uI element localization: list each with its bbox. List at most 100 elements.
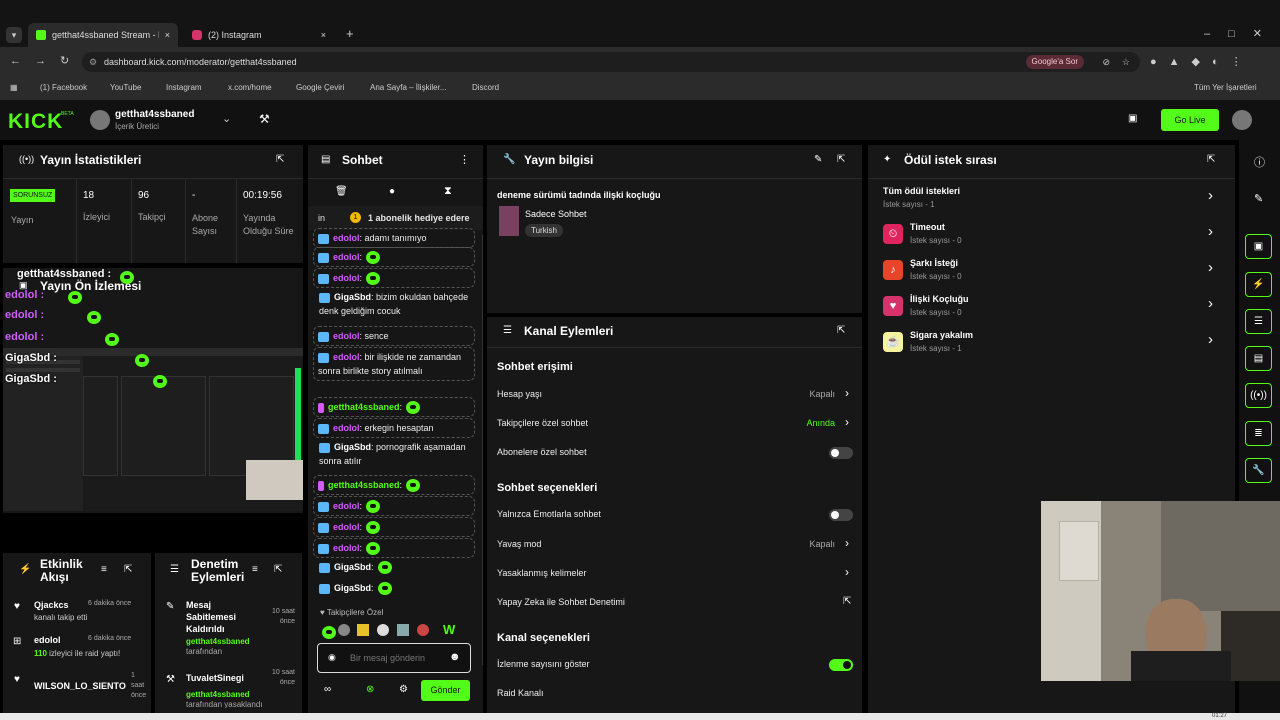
chat-username[interactable]: edolol [333, 501, 360, 511]
toggle-switch[interactable] [829, 509, 853, 521]
filter-icon[interactable]: ≡ [101, 564, 107, 575]
rail-list-button[interactable]: ☰ [1245, 309, 1272, 334]
pencil-icon[interactable]: ✎ [1254, 192, 1263, 205]
toggle-switch[interactable] [829, 659, 853, 671]
emoji-icon[interactable]: ☻ [449, 651, 461, 663]
pinned-banner[interactable]: in 1 1 abonelik hediye edere [308, 206, 483, 230]
popout-icon[interactable]: ⇱ [274, 564, 282, 575]
popout-icon[interactable]: ⇱ [276, 154, 284, 165]
reward-name[interactable]: Şarkı İsteği [910, 258, 958, 268]
popout-icon[interactable]: ⇱ [124, 564, 132, 575]
action-label[interactable]: Yapay Zeka ile Sohbet Denetimi [497, 597, 625, 607]
bookmark-google-translate[interactable]: Google Çeviri [296, 83, 344, 92]
tab-search-button[interactable]: ▾ [6, 27, 22, 43]
chat-message[interactable]: getthat4ssbaned: [313, 475, 475, 496]
chat-message[interactable]: edolol: [313, 496, 475, 517]
reward-name[interactable]: Timeout [910, 222, 945, 232]
chevron-right-icon[interactable]: › [845, 536, 849, 550]
tab-instagram[interactable]: (2) Instagram × [184, 23, 334, 47]
info-icon[interactable]: ⓘ [1254, 154, 1265, 170]
chevron-right-icon[interactable]: › [1208, 187, 1213, 204]
chat-bubble-icon[interactable]: ● [389, 186, 395, 197]
window-controls[interactable]: –□✕ [1204, 27, 1280, 40]
chat-message[interactable]: getthat4ssbaned: [313, 397, 475, 418]
tab-close-icon[interactable]: × [321, 30, 326, 40]
rail-stack-button[interactable]: ≣ [1245, 421, 1272, 446]
chat-message[interactable]: edolol: [313, 538, 475, 559]
chat-message[interactable]: GigaSbd: bizim okuldan bahçede denk geld… [313, 290, 475, 318]
chat-username[interactable]: edolol [333, 522, 360, 532]
all-bookmarks[interactable]: Tüm Yer İşaretleri [1194, 83, 1257, 92]
chevron-right-icon[interactable]: › [1208, 331, 1213, 348]
extension-icons[interactable]: ●▲◆◐⋮ [1150, 55, 1254, 68]
w-emote-icon[interactable]: W [443, 622, 455, 637]
user-avatar[interactable] [1232, 110, 1252, 130]
rail-broadcast-button[interactable]: ((•)) [1245, 383, 1272, 408]
settings-icon[interactable]: ⚙ [399, 684, 408, 695]
rail-theater-button[interactable]: ▣ [1245, 234, 1272, 259]
kick-emote-icon[interactable]: ⊗ [366, 684, 374, 695]
reward-name[interactable]: Sigara yakalım [910, 330, 973, 340]
send-button[interactable]: Gönder [421, 680, 470, 701]
toggle-switch[interactable] [829, 447, 853, 459]
chevron-right-icon[interactable]: › [1208, 295, 1213, 312]
rail-wrench-button[interactable]: 🔧 [1245, 458, 1272, 483]
chat-message[interactable]: GigaSbd: [313, 581, 475, 596]
chat-username[interactable]: GigaSbd [334, 583, 371, 593]
action-label[interactable]: Yavaş mod [497, 539, 541, 549]
action-label[interactable]: Raid Kanalı [497, 688, 544, 698]
action-label[interactable]: Yasaklanmış kelimeler [497, 568, 586, 578]
go-live-button[interactable]: Go Live [1161, 109, 1219, 131]
bookmark-instagram[interactable]: Instagram [166, 83, 202, 92]
popout-icon[interactable]: ⇱ [1207, 154, 1215, 165]
chat-message[interactable]: GigaSbd: pornografik aşamadan sonra atıl… [313, 440, 475, 468]
chat-username[interactable]: edolol [333, 331, 360, 341]
ask-google-button[interactable]: Google'a Sor [1025, 55, 1084, 69]
popout-icon[interactable]: ⇱ [837, 325, 845, 336]
chat-message[interactable]: edolol: erkegin hesaptan [313, 418, 475, 438]
bookmark-ana-sayfa[interactable]: Ana Sayfa – İlişkiler... [370, 83, 446, 92]
chat-username[interactable]: GigaSbd [334, 292, 371, 302]
channel-switch-chevron-icon[interactable]: ⌄ [222, 112, 231, 125]
chat-message[interactable]: edolol: [313, 517, 475, 538]
chat-username[interactable]: edolol [333, 352, 360, 362]
bookmark-facebook[interactable]: (1) Facebook [40, 83, 87, 92]
bookmark-discord[interactable]: Discord [472, 83, 499, 92]
new-tab-button[interactable]: + [346, 26, 354, 41]
chat-username[interactable]: GigaSbd [334, 442, 371, 452]
action-label[interactable]: Yalnızca Emotlarla sohbet [497, 509, 601, 519]
chat-message[interactable]: edolol: adamı tanımıyo [313, 228, 475, 248]
eye-off-icon[interactable]: ⊘ [1102, 52, 1110, 72]
rail-lightning-button[interactable]: ⚡ [1245, 272, 1272, 297]
hourglass-icon[interactable]: ⧗ [444, 185, 452, 198]
popout-icon[interactable]: ⇱ [837, 154, 845, 165]
chat-input[interactable]: ◉ Bir mesaj gönderin ☻ [317, 643, 471, 673]
action-label[interactable]: Abonelere özel sohbet [497, 447, 587, 457]
chevron-right-icon[interactable]: › [1208, 223, 1213, 240]
chat-message[interactable]: edolol: [313, 268, 475, 289]
action-label[interactable]: Hesap yaşı [497, 389, 542, 399]
chevron-right-icon[interactable]: › [845, 386, 849, 400]
more-icon[interactable]: ⋮ [459, 153, 470, 166]
link-icon[interactable]: ∞ [324, 684, 331, 695]
trash-icon[interactable]: 🗑 [335, 186, 348, 197]
hammer-icon[interactable]: ⚒ [259, 112, 270, 126]
chat-username[interactable]: edolol [333, 543, 360, 553]
chevron-right-icon[interactable]: › [1208, 259, 1213, 276]
edit-icon[interactable]: ✎ [814, 154, 822, 165]
reward-name[interactable]: Tüm ödül istekleri [883, 186, 960, 196]
external-link-icon[interactable]: ⇱ [843, 596, 851, 607]
star-icon[interactable]: ☆ [1122, 52, 1130, 72]
kick-logo[interactable]: KICK [8, 110, 63, 134]
apps-icon[interactable]: ▦ [10, 83, 18, 92]
site-info-icon[interactable]: ⚙ [89, 52, 97, 72]
mic-icon[interactable]: ◉ [328, 652, 336, 663]
theater-icon[interactable]: ▣ [1128, 113, 1137, 124]
chat-message[interactable]: edolol: sence [313, 326, 475, 346]
chat-username[interactable]: edolol [333, 252, 360, 262]
rail-chat-button[interactable]: ▤ [1245, 346, 1272, 371]
chat-message[interactable]: edolol: [313, 247, 475, 268]
tab-close-icon[interactable]: × [165, 30, 170, 40]
url-field[interactable]: ⚙ dashboard.kick.com/moderator/getthat4s… [82, 52, 1140, 72]
chat-username[interactable]: getthat4ssbaned [328, 402, 400, 412]
